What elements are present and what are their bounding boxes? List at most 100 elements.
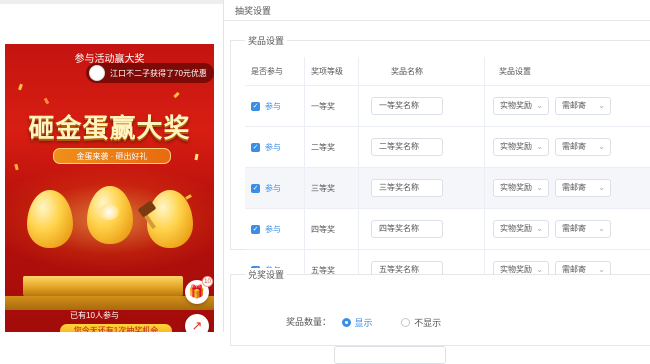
confetti	[173, 92, 179, 98]
participate-checkbox[interactable]: ✓	[251, 184, 260, 193]
prize-type-value: 实物奖励	[500, 224, 532, 233]
quantity-label: 奖品数量：	[286, 317, 331, 327]
chevron-down-icon: ⌄	[598, 180, 605, 196]
col-setting: 奖品设置	[485, 57, 650, 86]
prize-box-label: 奖品设置	[245, 34, 287, 47]
participate-cell: ✓ 参与	[245, 127, 305, 168]
gift-icon[interactable]: 🎁 10	[185, 280, 209, 304]
prize-type-value: 实物奖励	[500, 142, 532, 151]
stage-base	[5, 296, 214, 310]
name-cell: 二等奖名称	[359, 127, 485, 168]
setting-cell: 实物奖励 ⌄ 需邮寄 ⌄	[485, 209, 650, 250]
participate-cell: ✓ 参与	[245, 209, 305, 250]
table-row: ✓ 参与 二等奖二等奖名称 实物奖励 ⌄ 需邮寄 ⌄	[245, 127, 650, 168]
prize-name-input[interactable]: 一等奖名称	[371, 97, 443, 115]
table-row: ✓ 参与 四等奖四等奖名称 实物奖励 ⌄ 需邮寄 ⌄	[245, 209, 650, 250]
table-row: ✓ 参与 三等奖三等奖名称 实物奖励 ⌄ 需邮寄 ⌄	[245, 168, 650, 209]
prize-type-value: 实物奖励	[500, 183, 532, 192]
subtitle-band: 金蛋来袭 · 砸出好礼	[53, 148, 171, 164]
hide-label[interactable]: 不显示	[414, 318, 441, 328]
quantity-radio-group: 奖品数量： 显示 不显示	[286, 315, 467, 329]
name-cell: 一等奖名称	[359, 86, 485, 127]
gift-glyph: 🎁	[189, 284, 205, 299]
chevron-down-icon: ⌄	[536, 221, 543, 237]
confetti	[195, 154, 199, 160]
prize-name-input[interactable]: 三等奖名称	[371, 179, 443, 197]
shipping-value: 需邮寄	[562, 101, 586, 110]
preview-top-strip	[0, 0, 224, 4]
shipping-select[interactable]: 需邮寄 ⌄	[555, 138, 611, 156]
prize-name-input[interactable]: 二等奖名称	[371, 138, 443, 156]
chevron-down-icon: ⌄	[536, 139, 543, 155]
prize-settings-box: 奖品设置 是否参与 奖项等级 奖品名称 奖品设置 ✓参与一等奖一等奖名称实物奖励…	[230, 40, 650, 250]
headline: 砸金蛋赢大奖	[5, 108, 214, 145]
participate-label[interactable]: 参与	[265, 225, 281, 234]
participate-checkbox[interactable]: ✓	[251, 143, 260, 152]
egg-crack	[99, 204, 119, 220]
shipping-select[interactable]: 需邮寄 ⌄	[555, 97, 611, 115]
participate-checkbox[interactable]: ✓	[251, 102, 260, 111]
shipping-value: 需邮寄	[562, 265, 586, 274]
section-divider	[224, 20, 650, 21]
chevron-down-icon: ⌄	[536, 98, 543, 114]
chevron-down-icon: ⌄	[598, 98, 605, 114]
prize-type-select[interactable]: 实物奖励 ⌄	[493, 97, 549, 115]
show-radio[interactable]	[342, 318, 351, 327]
share-icon[interactable]: ↗	[185, 314, 209, 332]
level-cell: 二等奖	[305, 127, 359, 168]
cut-off-input[interactable]	[334, 346, 446, 364]
activity-preview: 参与活动赢大奖 江口不二子获得了70元优惠 砸金蛋赢大奖 金蛋来袭 · 砸出好礼…	[5, 44, 214, 332]
hide-radio[interactable]	[401, 318, 410, 327]
chevron-down-icon: ⌄	[536, 180, 543, 196]
setting-cell: 实物奖励 ⌄ 需邮寄 ⌄	[485, 127, 650, 168]
redeem-box-label: 兑奖设置	[245, 268, 287, 281]
prize-type-value: 实物奖励	[500, 265, 532, 274]
name-cell: 四等奖名称	[359, 209, 485, 250]
gift-badge: 10	[202, 276, 213, 287]
table-row: ✓ 参与 一等奖一等奖名称 实物奖励 ⌄ 需邮寄 ⌄	[245, 86, 650, 127]
avatar	[89, 65, 105, 81]
prize-type-select[interactable]: 实物奖励 ⌄	[493, 220, 549, 238]
participate-label[interactable]: 参与	[265, 102, 281, 111]
winner-text: 江口不二子获得了70元优惠	[110, 68, 207, 79]
setting-cell: 实物奖励 ⌄ 需邮寄 ⌄	[485, 168, 650, 209]
col-participate: 是否参与	[245, 57, 305, 86]
section-title: 抽奖设置	[235, 4, 271, 17]
name-cell: 三等奖名称	[359, 168, 485, 209]
setting-cell: 实物奖励 ⌄ 需邮寄 ⌄	[485, 86, 650, 127]
shipping-select[interactable]: 需邮寄 ⌄	[555, 220, 611, 238]
participate-label[interactable]: 参与	[265, 184, 281, 193]
table-header: 是否参与 奖项等级 奖品名称 奖品设置	[245, 57, 650, 86]
subtitle-text: 金蛋来袭 · 砸出好礼	[54, 151, 170, 162]
draw-chance-button[interactable]: 您今天还有1次抽奖机会	[60, 324, 172, 332]
participate-checkbox[interactable]: ✓	[251, 225, 260, 234]
prize-table: 是否参与 奖项等级 奖品名称 奖品设置 ✓参与一等奖一等奖名称实物奖励⌄需邮寄⌄…	[245, 57, 650, 291]
prize-type-select[interactable]: 实物奖励 ⌄	[493, 138, 549, 156]
shipping-value: 需邮寄	[562, 142, 586, 151]
participate-cell: ✓ 参与	[245, 168, 305, 209]
level-cell: 一等奖	[305, 86, 359, 127]
confetti	[44, 98, 50, 105]
show-label[interactable]: 显示	[355, 318, 373, 328]
participate-cell: ✓ 参与	[245, 86, 305, 127]
participate-label[interactable]: 参与	[265, 143, 281, 152]
shipping-value: 需邮寄	[562, 183, 586, 192]
participant-count: 已有10人参与	[5, 310, 184, 321]
winner-ticker: 江口不二子获得了70元优惠	[86, 63, 214, 83]
prize-name-input[interactable]: 四等奖名称	[371, 220, 443, 238]
level-cell: 三等奖	[305, 168, 359, 209]
prize-type-value: 实物奖励	[500, 101, 532, 110]
level-cell: 四等奖	[305, 209, 359, 250]
chevron-down-icon: ⌄	[598, 139, 605, 155]
confetti	[18, 84, 23, 91]
shipping-select[interactable]: 需邮寄 ⌄	[555, 179, 611, 197]
share-glyph: ↗	[192, 318, 203, 332]
col-level: 奖项等级	[305, 57, 359, 86]
col-name: 奖品名称	[359, 57, 485, 86]
shipping-value: 需邮寄	[562, 224, 586, 233]
redeem-settings-box: 兑奖设置 奖品数量： 显示 不显示	[230, 274, 650, 346]
panel-divider	[223, 0, 224, 332]
egg-stage	[23, 276, 183, 296]
chevron-down-icon: ⌄	[598, 221, 605, 237]
prize-type-select[interactable]: 实物奖励 ⌄	[493, 179, 549, 197]
